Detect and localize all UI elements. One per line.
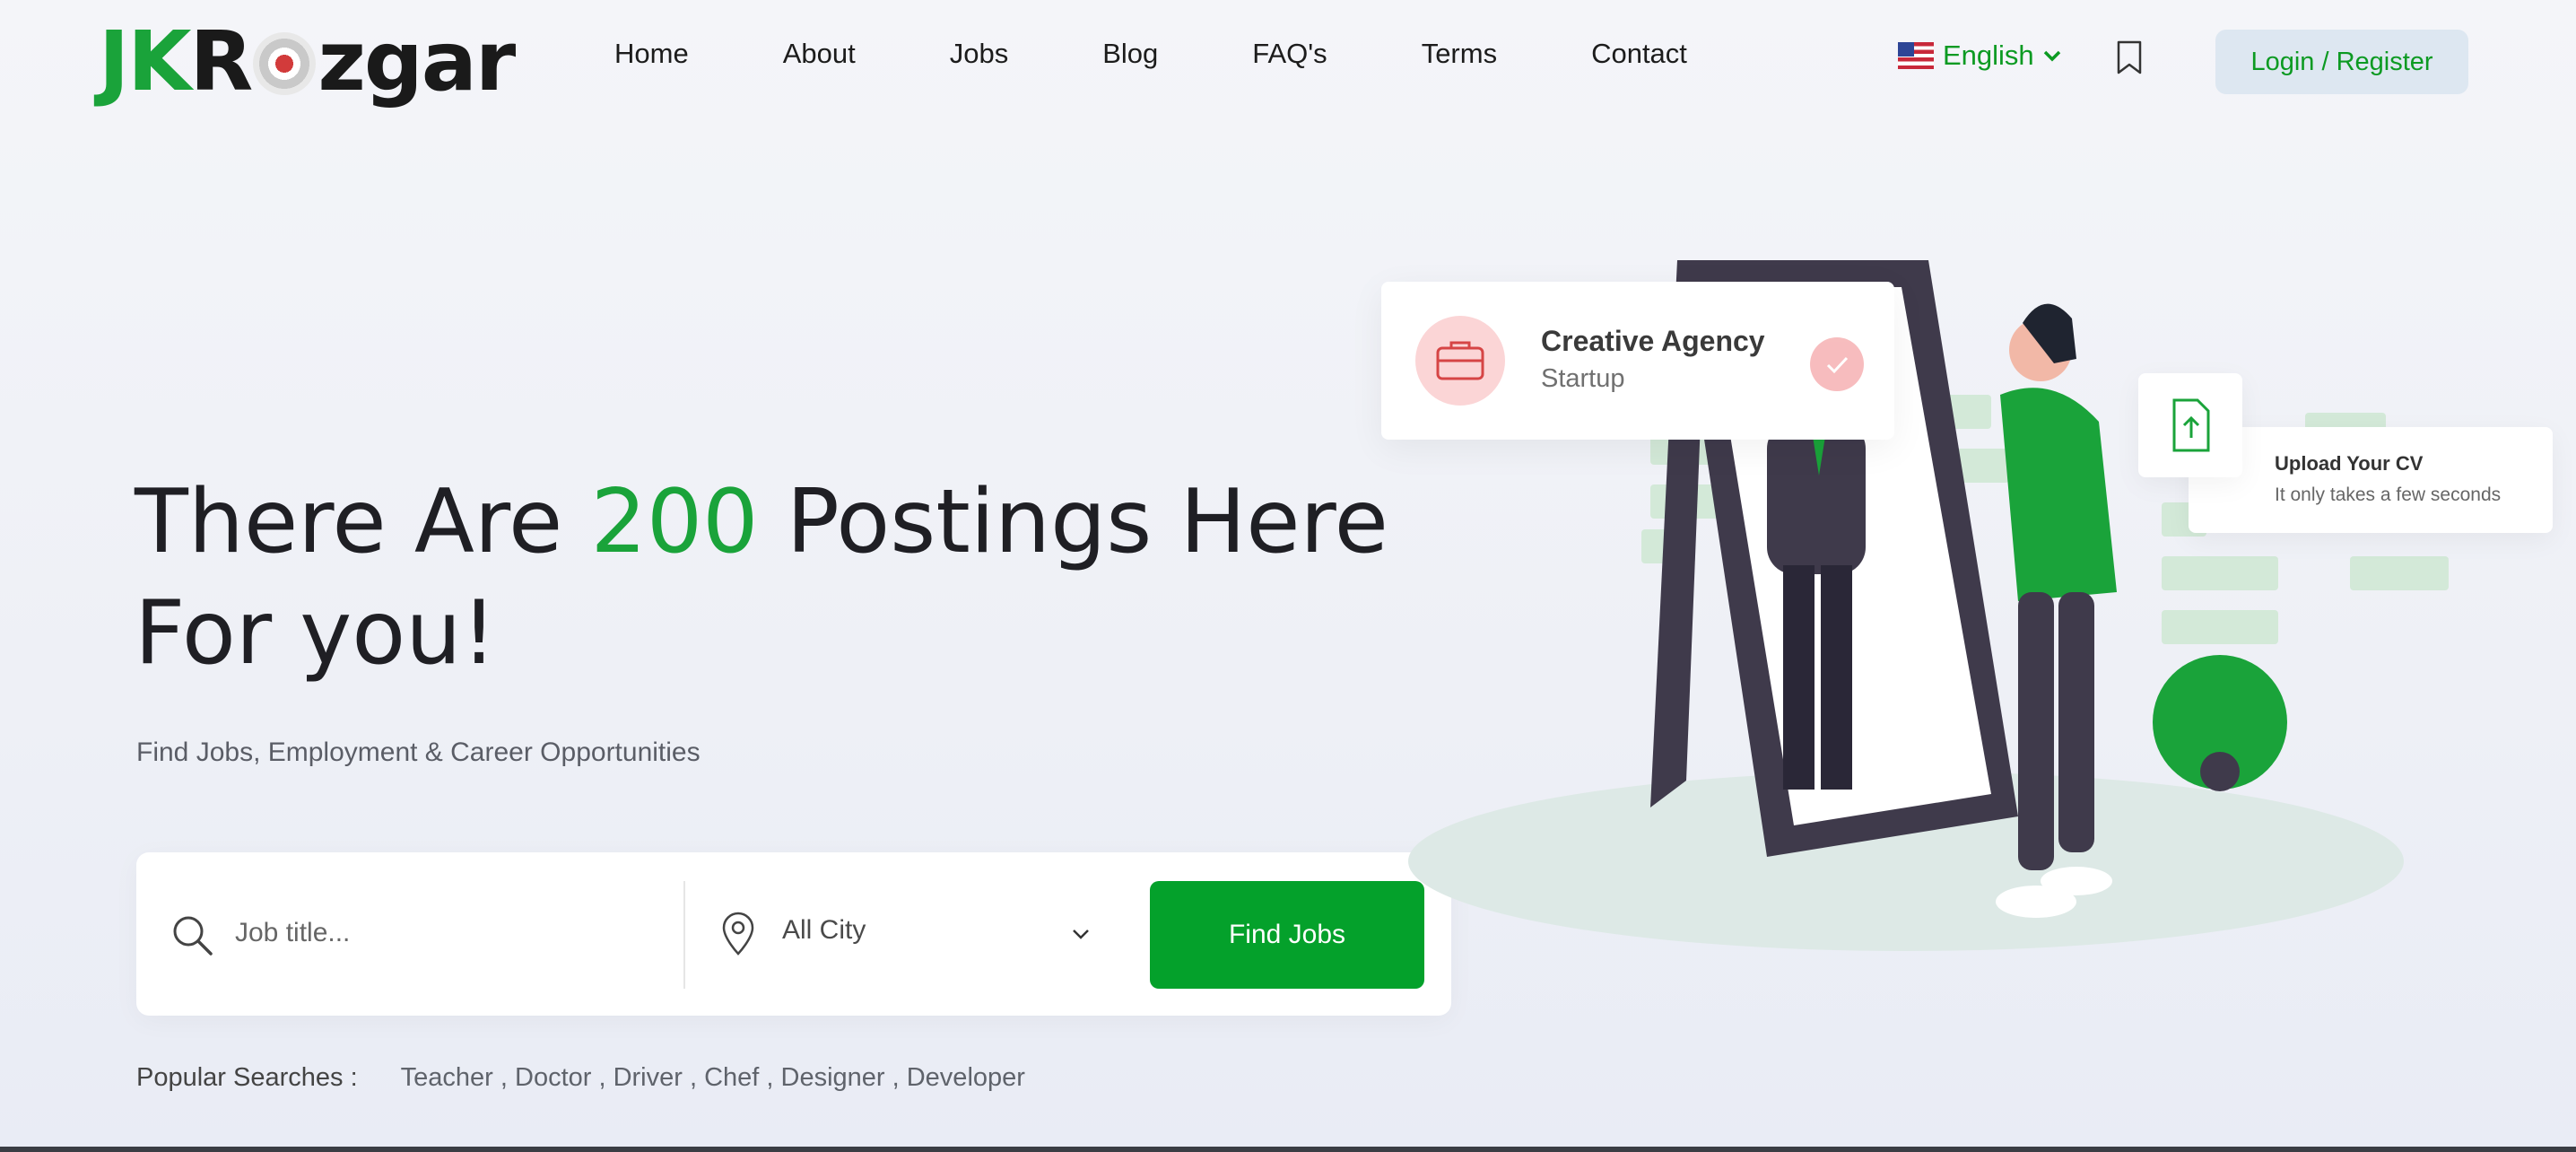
language-selector[interactable]: English — [1898, 39, 2061, 72]
main-nav: Home About Jobs Blog FAQ's Terms Contact — [574, 38, 1687, 70]
logo[interactable]: JKR zgar — [99, 13, 516, 111]
popular-searches: Popular Searches : Teacher , Doctor , Dr… — [136, 1063, 1025, 1093]
agency-title: Creative Agency — [1541, 325, 1765, 357]
hero-title-pre: There Are — [135, 471, 591, 573]
nav-terms[interactable]: Terms — [1422, 38, 1497, 70]
creative-agency-card: Creative Agency Startup — [1381, 282, 1894, 440]
nav-contact[interactable]: Contact — [1591, 38, 1687, 70]
upload-file-icon — [2172, 398, 2210, 452]
chevron-down-icon[interactable] — [1069, 922, 1092, 946]
us-flag-icon — [1898, 42, 1934, 69]
chevron-down-icon — [2043, 50, 2060, 62]
hero-postings-count: 200 — [590, 471, 759, 573]
language-label: English — [1943, 39, 2034, 71]
hero-title: There Are 200 Postings Here For you! — [135, 467, 1390, 689]
location-pin-icon — [722, 912, 754, 956]
city-select[interactable]: All City — [782, 915, 866, 946]
nav-jobs[interactable]: Jobs — [950, 38, 1008, 70]
hero-subtitle: Find Jobs, Employment & Career Opportuni… — [136, 737, 701, 767]
site-header: JKR zgar Home About Jobs Blog FAQ's Terms… — [0, 0, 2576, 126]
target-icon — [253, 31, 317, 95]
nav-faqs[interactable]: FAQ's — [1252, 38, 1327, 70]
logo-jk: JK — [99, 13, 192, 109]
nav-about[interactable]: About — [783, 38, 856, 70]
job-title-input[interactable] — [235, 906, 773, 960]
popular-searches-list[interactable]: Teacher , Doctor , Driver , Chef , Desig… — [401, 1063, 1025, 1093]
job-search-form: All City Find Jobs — [136, 852, 1451, 1016]
upload-cv-subtitle: It only takes a few seconds — [2275, 484, 2502, 505]
nav-home[interactable]: Home — [614, 38, 689, 70]
login-register-button[interactable]: Login / Register — [2215, 30, 2468, 94]
briefcase-icon — [1436, 341, 1484, 380]
bookmark-icon[interactable] — [2114, 39, 2145, 75]
upload-cv-card: Upload Your CV It only takes a few secon… — [2189, 427, 2553, 533]
logo-zgar: zgar — [318, 13, 516, 109]
nav-blog[interactable]: Blog — [1102, 38, 1158, 70]
search-divider — [683, 881, 685, 989]
agency-subtitle: Startup — [1541, 364, 1625, 393]
briefcase-badge — [1415, 316, 1505, 406]
logo-r: R — [189, 13, 254, 109]
upload-cv-title: Upload Your CV — [2275, 452, 2424, 475]
search-icon — [173, 916, 213, 956]
upload-file-badge — [2138, 373, 2242, 477]
popular-searches-label: Popular Searches : — [136, 1063, 358, 1092]
bottom-border — [0, 1147, 2576, 1152]
check-icon — [1810, 337, 1864, 391]
